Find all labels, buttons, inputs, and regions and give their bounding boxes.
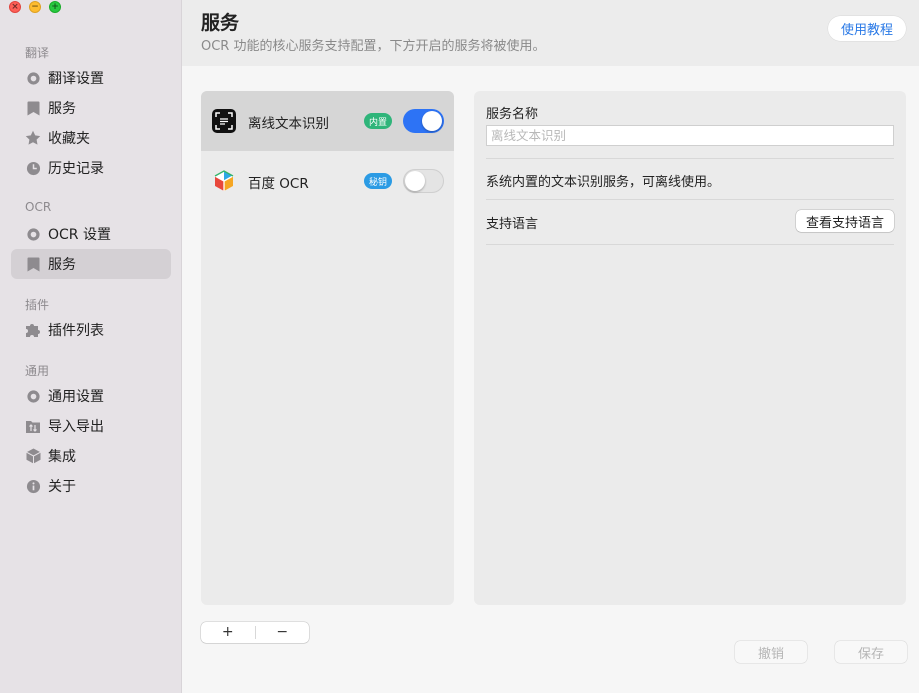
sidebar-item-label: 翻译设置 — [48, 71, 104, 87]
view-languages-button[interactable]: 查看支持语言 — [795, 210, 894, 232]
sidebar-item-history[interactable]: 历史记录 — [11, 153, 171, 183]
sidebar-item-ocr-services[interactable]: 服务 — [11, 249, 171, 279]
remove-service-button[interactable]: − — [256, 622, 310, 643]
close-window-button[interactable]: × — [9, 1, 21, 13]
sidebar-item-plugin-list[interactable]: 插件列表 — [11, 315, 171, 345]
gear-icon — [25, 226, 41, 242]
sidebar-group-plugins: 插件 — [25, 298, 50, 312]
toggle-knob — [405, 171, 425, 191]
service-row-offline-ocr[interactable]: 离线文本识别 内置 — [201, 91, 454, 151]
bookmark-icon — [25, 256, 41, 272]
cube-icon — [25, 448, 41, 464]
service-name: 百度 OCR — [248, 176, 309, 192]
sidebar-item-label: 关于 — [48, 479, 76, 495]
service-name: 离线文本识别 — [248, 116, 329, 132]
service-enable-toggle[interactable] — [403, 169, 444, 193]
page-subtitle: OCR 功能的核心服务支持配置，下方开启的服务将被使用。 — [201, 39, 546, 54]
supported-languages-label: 支持语言 — [486, 217, 539, 232]
tutorial-button[interactable]: 使用教程 — [827, 16, 906, 41]
service-description: 系统内置的文本识别服务，可离线使用。 — [486, 175, 721, 190]
builtin-badge: 内置 — [364, 113, 393, 129]
divider — [486, 158, 894, 159]
sidebar-item-label: 服务 — [48, 101, 76, 117]
minimize-window-button[interactable]: − — [29, 1, 41, 13]
sidebar-item-label: 导入导出 — [48, 419, 104, 435]
sidebar-group-general: 通用 — [25, 364, 50, 378]
sidebar-item-label: 历史记录 — [48, 161, 104, 177]
service-detail-panel: 服务名称 系统内置的文本识别服务，可离线使用。 支持语言 查看支持语言 — [474, 91, 906, 605]
sidebar-item-ocr-settings[interactable]: OCR 设置 — [11, 219, 171, 249]
sidebar-item-translate-services[interactable]: 服务 — [11, 93, 171, 123]
puzzle-icon — [25, 322, 41, 338]
ocr-service-list: 离线文本识别 内置 百度 OCR 秘钥 — [201, 91, 454, 605]
main-content: 服务 OCR 功能的核心服务支持配置，下方开启的服务将被使用。 使用教程 离线文… — [182, 0, 919, 693]
add-service-button[interactable]: + — [201, 622, 255, 643]
sidebar-item-about[interactable]: 关于 — [11, 471, 171, 501]
list-add-remove-control: + − — [201, 622, 309, 643]
gear-icon — [25, 388, 41, 404]
sidebar-group-translate: 翻译 — [25, 46, 50, 60]
star-icon — [25, 130, 41, 146]
clock-icon — [25, 160, 41, 176]
baidu-ocr-icon — [212, 169, 236, 193]
scan-text-icon — [212, 109, 236, 133]
page-header: 服务 OCR 功能的核心服务支持配置，下方开启的服务将被使用。 使用教程 — [182, 0, 919, 66]
sidebar-item-label: 插件列表 — [48, 323, 104, 339]
toggle-knob — [422, 111, 442, 131]
info-icon — [25, 478, 41, 494]
sidebar-item-label: 集成 — [48, 449, 76, 465]
sidebar-item-general-settings[interactable]: 通用设置 — [11, 381, 171, 411]
maximize-window-button[interactable]: + — [49, 1, 61, 13]
sidebar: × − + 翻译 翻译设置 服务 收藏夹 历史记录 OCR OCR 设置 服务 … — [0, 0, 182, 693]
service-name-input[interactable] — [486, 125, 894, 146]
folder-transfer-icon — [25, 418, 41, 434]
api-key-badge: 秘钥 — [364, 173, 393, 189]
service-row-baidu-ocr[interactable]: 百度 OCR 秘钥 — [201, 151, 454, 211]
sidebar-item-integration[interactable]: 集成 — [11, 441, 171, 471]
service-name-label: 服务名称 — [486, 107, 539, 122]
page-title: 服务 — [201, 12, 240, 34]
divider — [486, 199, 894, 200]
sidebar-item-label: 收藏夹 — [48, 131, 90, 147]
sidebar-item-favorites[interactable]: 收藏夹 — [11, 123, 171, 153]
sidebar-item-label: OCR 设置 — [48, 227, 111, 243]
window-controls: × − + — [9, 1, 61, 13]
service-enable-toggle[interactable] — [403, 109, 444, 133]
sidebar-group-ocr: OCR — [25, 200, 52, 214]
sidebar-item-label: 通用设置 — [48, 389, 104, 405]
undo-button[interactable]: 撤销 — [735, 641, 807, 663]
sidebar-item-label: 服务 — [48, 257, 76, 273]
divider — [486, 244, 894, 245]
gear-icon — [25, 70, 41, 86]
bookmark-icon — [25, 100, 41, 116]
save-button[interactable]: 保存 — [835, 641, 907, 663]
sidebar-item-import-export[interactable]: 导入导出 — [11, 411, 171, 441]
sidebar-item-translate-settings[interactable]: 翻译设置 — [11, 63, 171, 93]
